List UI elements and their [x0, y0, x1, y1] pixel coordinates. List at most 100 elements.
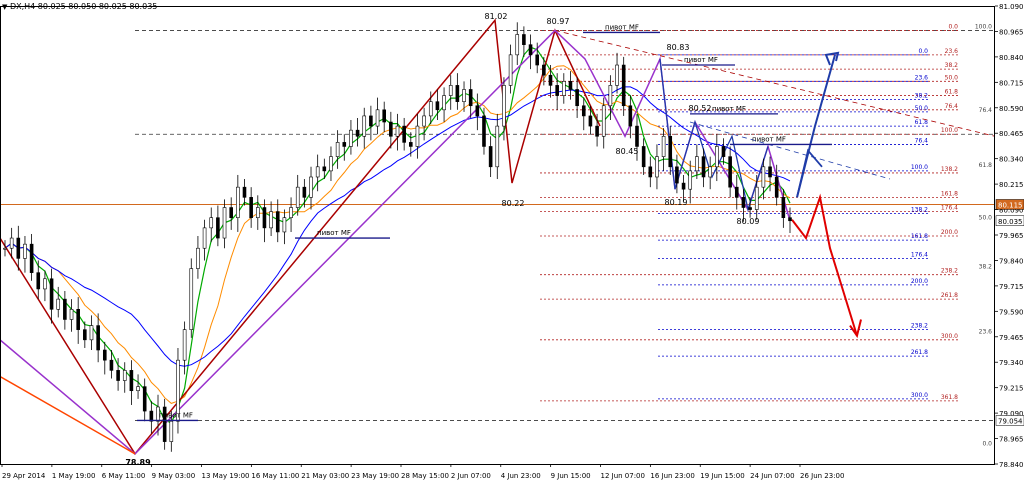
fib-red-label: 300.0	[941, 333, 958, 340]
pivot-label: пивот MF	[317, 229, 351, 237]
extreme-label: 81.02	[485, 12, 508, 21]
candle-body	[349, 130, 352, 146]
price-tick-label: 79.340	[999, 359, 1024, 367]
extreme-label: 80.09	[737, 217, 760, 226]
dropdown-triangle-icon[interactable]: ▼	[2, 3, 7, 11]
candle-body	[63, 299, 66, 319]
extreme-label: 80.52	[689, 104, 712, 113]
candle-body	[775, 177, 778, 197]
candle-body	[97, 326, 100, 350]
candle-body	[276, 212, 279, 232]
ma-green	[5, 47, 790, 423]
fib-right-label: 76.4	[979, 107, 993, 114]
fib-red-label: 0.0	[948, 23, 958, 30]
time-tick-label: 26 Jun 23:00	[800, 472, 844, 480]
candle-body	[635, 126, 638, 146]
candle-body	[103, 350, 106, 360]
fib-red-label: 161.8	[941, 190, 958, 197]
fib-red-label: 38.2	[945, 62, 959, 69]
candle-body	[589, 116, 592, 126]
fib-red-label: 138.2	[941, 166, 958, 173]
candle-body	[662, 136, 665, 156]
fib-red-label: 261.8	[941, 292, 958, 299]
candle-body	[702, 157, 705, 177]
fib-blue-label: 0.0	[918, 48, 928, 55]
candle-body	[769, 167, 772, 177]
candle-body	[449, 85, 452, 95]
price-tick-label: 79.465	[999, 334, 1024, 342]
pivot-label: пивот MF	[752, 135, 786, 143]
fib-blue-label: 38.2	[915, 93, 929, 100]
candle-body	[383, 110, 386, 122]
price-tick-label: 79.840	[999, 257, 1024, 265]
candle-body	[509, 55, 512, 86]
candle-body	[755, 187, 758, 209]
time-tick-label: 16 May 11:00	[251, 472, 299, 480]
pivot-label: пивот MF	[605, 23, 639, 31]
fib-red-label: 76.4	[945, 103, 959, 110]
candle-body	[310, 177, 313, 197]
fib-right-label: 61.8	[979, 162, 993, 169]
fib-red-label: 176.4	[941, 205, 958, 212]
time-tick-label: 6 May 11:00	[102, 472, 146, 480]
candle-body	[463, 89, 466, 101]
time-tick-label: 28 May 15:00	[401, 472, 449, 480]
candle-body	[522, 34, 525, 44]
time-tick-label: 2 Jun 07:00	[451, 472, 491, 480]
price-tick-label: 79.215	[999, 385, 1024, 393]
candle-body	[57, 299, 60, 309]
pivot-label: пивот MF	[159, 411, 193, 419]
price-tick-label: 80.465	[999, 130, 1024, 138]
pivot-label: пивот MF	[712, 105, 746, 113]
candle-body	[323, 167, 326, 171]
candle-body	[549, 75, 552, 85]
candle-body	[123, 370, 126, 380]
candle-body	[110, 360, 113, 370]
fib-red-label: 361.8	[941, 394, 958, 401]
candle-body	[556, 85, 559, 95]
fib-right-label: 100.0	[975, 23, 992, 30]
candle-body	[436, 102, 439, 110]
candle-body	[715, 146, 718, 166]
forecast-up-branch	[797, 151, 822, 198]
price-tick-label: 79.965	[999, 232, 1024, 240]
candle-body	[396, 126, 399, 136]
candle-body	[210, 218, 213, 228]
extreme-label: 80.22	[502, 199, 525, 208]
fib-red-label: 61.8	[945, 89, 959, 96]
candle-body	[562, 81, 565, 95]
candle-body	[602, 106, 605, 137]
candle-body	[369, 116, 372, 126]
candle-body	[409, 142, 412, 146]
fibonacci-levels: 0.023.638.250.061.876.4100.0138.2161.817…	[0, 23, 995, 447]
time-tick-label: 12 Jun 07:00	[601, 472, 645, 480]
fib-right-label: 23.6	[979, 329, 993, 336]
zigzag-lines	[0, 20, 861, 454]
candle-body	[150, 411, 153, 421]
price-tick-label: 81.090	[999, 3, 1024, 11]
candle-body	[303, 187, 306, 197]
candle-body	[30, 244, 33, 272]
candle-body	[243, 187, 246, 197]
pivot-label: пивот MF	[684, 56, 718, 64]
candle-body	[356, 130, 359, 136]
price-tick-label: 78.965	[999, 436, 1024, 444]
candle-body	[190, 269, 193, 330]
time-tick-label: 9 Jun 15:00	[551, 472, 591, 480]
candle-body	[649, 167, 652, 177]
candle-body	[4, 248, 7, 249]
candle-body	[263, 208, 266, 228]
candle-body	[23, 244, 26, 258]
candle-body	[749, 208, 752, 210]
candle-body	[70, 309, 73, 319]
candle-body	[469, 89, 472, 105]
price-tick-label: 80.965	[999, 28, 1024, 36]
extreme-label: 80.19	[665, 198, 688, 207]
candle-body	[416, 126, 419, 146]
price-tick-label: 80.840	[999, 54, 1024, 62]
fib-blue-label: 200.0	[911, 278, 928, 285]
candle-body	[137, 387, 140, 391]
extreme-label: 80.45	[616, 147, 639, 156]
candle-body	[576, 89, 579, 105]
candle-body	[270, 212, 273, 228]
